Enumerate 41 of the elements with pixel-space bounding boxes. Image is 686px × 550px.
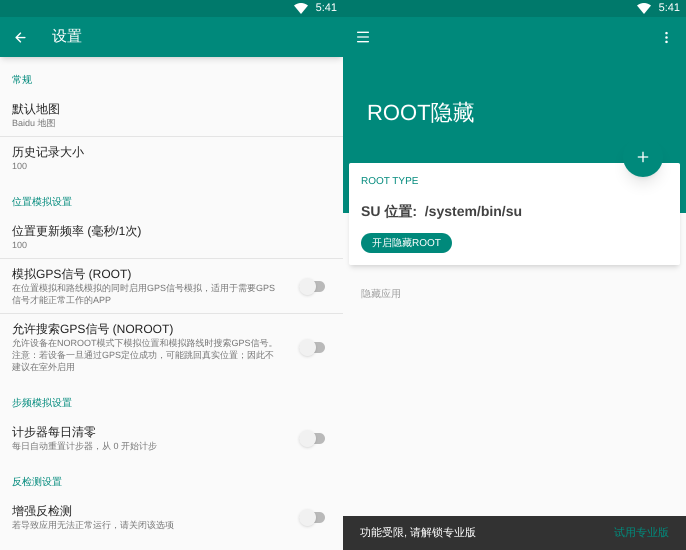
- setting-item[interactable]: 允许搜索GPS信号 (NOROOT) 允许设备在NOROOT模式下模拟位置和模拟路线时搜索GPS信号。注意：若设备一旦通过GPS定位成功，可能跳回真实位置；因此不建议在室外启用: [0, 314, 343, 380]
- setting-item[interactable]: 模拟GPS信号 (ROOT) 在位置模拟和路线模拟的同时启用GPS信号模拟，适用于需要GPS信号才能正常工作的APP: [0, 259, 343, 314]
- card-label: ROOT TYPE: [361, 175, 418, 189]
- section-header: 反检测设置: [12, 477, 62, 488]
- plus-icon: [635, 149, 651, 165]
- section-label: 隐藏应用: [361, 289, 401, 300]
- setting-summary: 在位置模拟和路线模拟的同时启用GPS信号模拟，适用于需要GPS信号才能正常工作的APP: [12, 282, 276, 306]
- setting-title: 计步器每日清零: [12, 424, 97, 440]
- snackbar-message: 功能受限, 请解锁专业版: [360, 526, 476, 541]
- back-icon[interactable]: [13, 30, 28, 44]
- status-time: 5:41: [658, 3, 680, 14]
- section-header: 常规: [12, 75, 32, 86]
- setting-title: 默认地图: [12, 101, 61, 117]
- section-header: 步频模拟设置: [12, 398, 72, 409]
- setting-title: 位置更新频率 (毫秒/1次): [12, 223, 142, 239]
- setting-summary: 允许设备在NOROOT模式下模拟位置和模拟路线时搜索GPS信号。注意：若设备一旦通过GPS定位成功，可能跳回真实位置；因此不建议在室外启用: [12, 337, 279, 373]
- setting-title: 模拟GPS信号 (ROOT): [12, 266, 132, 282]
- wifi-icon: [636, 3, 651, 14]
- toggle-switch[interactable]: [299, 338, 325, 356]
- setting-summary: 100: [12, 160, 28, 172]
- section-header: 位置模拟设置: [12, 197, 72, 208]
- setting-item[interactable]: 计步器每日清零 每日自动重置计步器，从 0 开始计步: [0, 417, 343, 459]
- toggle-switch[interactable]: [299, 278, 325, 294]
- setting-summary: Baidu 地图: [12, 117, 57, 129]
- toggle-switch[interactable]: [299, 430, 325, 446]
- setting-title: 允许搜索GPS信号 (NOROOT): [12, 321, 174, 337]
- setting-title: 增强反检测: [12, 503, 73, 519]
- setting-title: 历史记录大小: [12, 144, 85, 160]
- menu-icon[interactable]: [355, 29, 371, 45]
- setting-item[interactable]: 历史记录大小 100: [0, 137, 343, 179]
- setting-summary: 若导致应用无法正常运行，请关闭该选项: [12, 519, 175, 531]
- toggle-switch[interactable]: [299, 508, 325, 526]
- setting-summary: 每日自动重置计步器，从 0 开始计步: [12, 440, 158, 452]
- setting-summary: 100: [12, 239, 28, 251]
- setting-item[interactable]: 增强反检测 若导致应用无法正常运行，请关闭该选项: [0, 496, 343, 538]
- toolbar-title: 设置: [52, 26, 82, 47]
- wifi-icon: [294, 3, 308, 14]
- enable-hide-root-button[interactable]: 开启隐藏ROOT: [361, 233, 452, 253]
- su-path: SU 位置: /system/bin/su: [361, 202, 522, 220]
- status-time: 5:41: [316, 3, 337, 14]
- header-title: ROOT隐藏: [367, 100, 475, 125]
